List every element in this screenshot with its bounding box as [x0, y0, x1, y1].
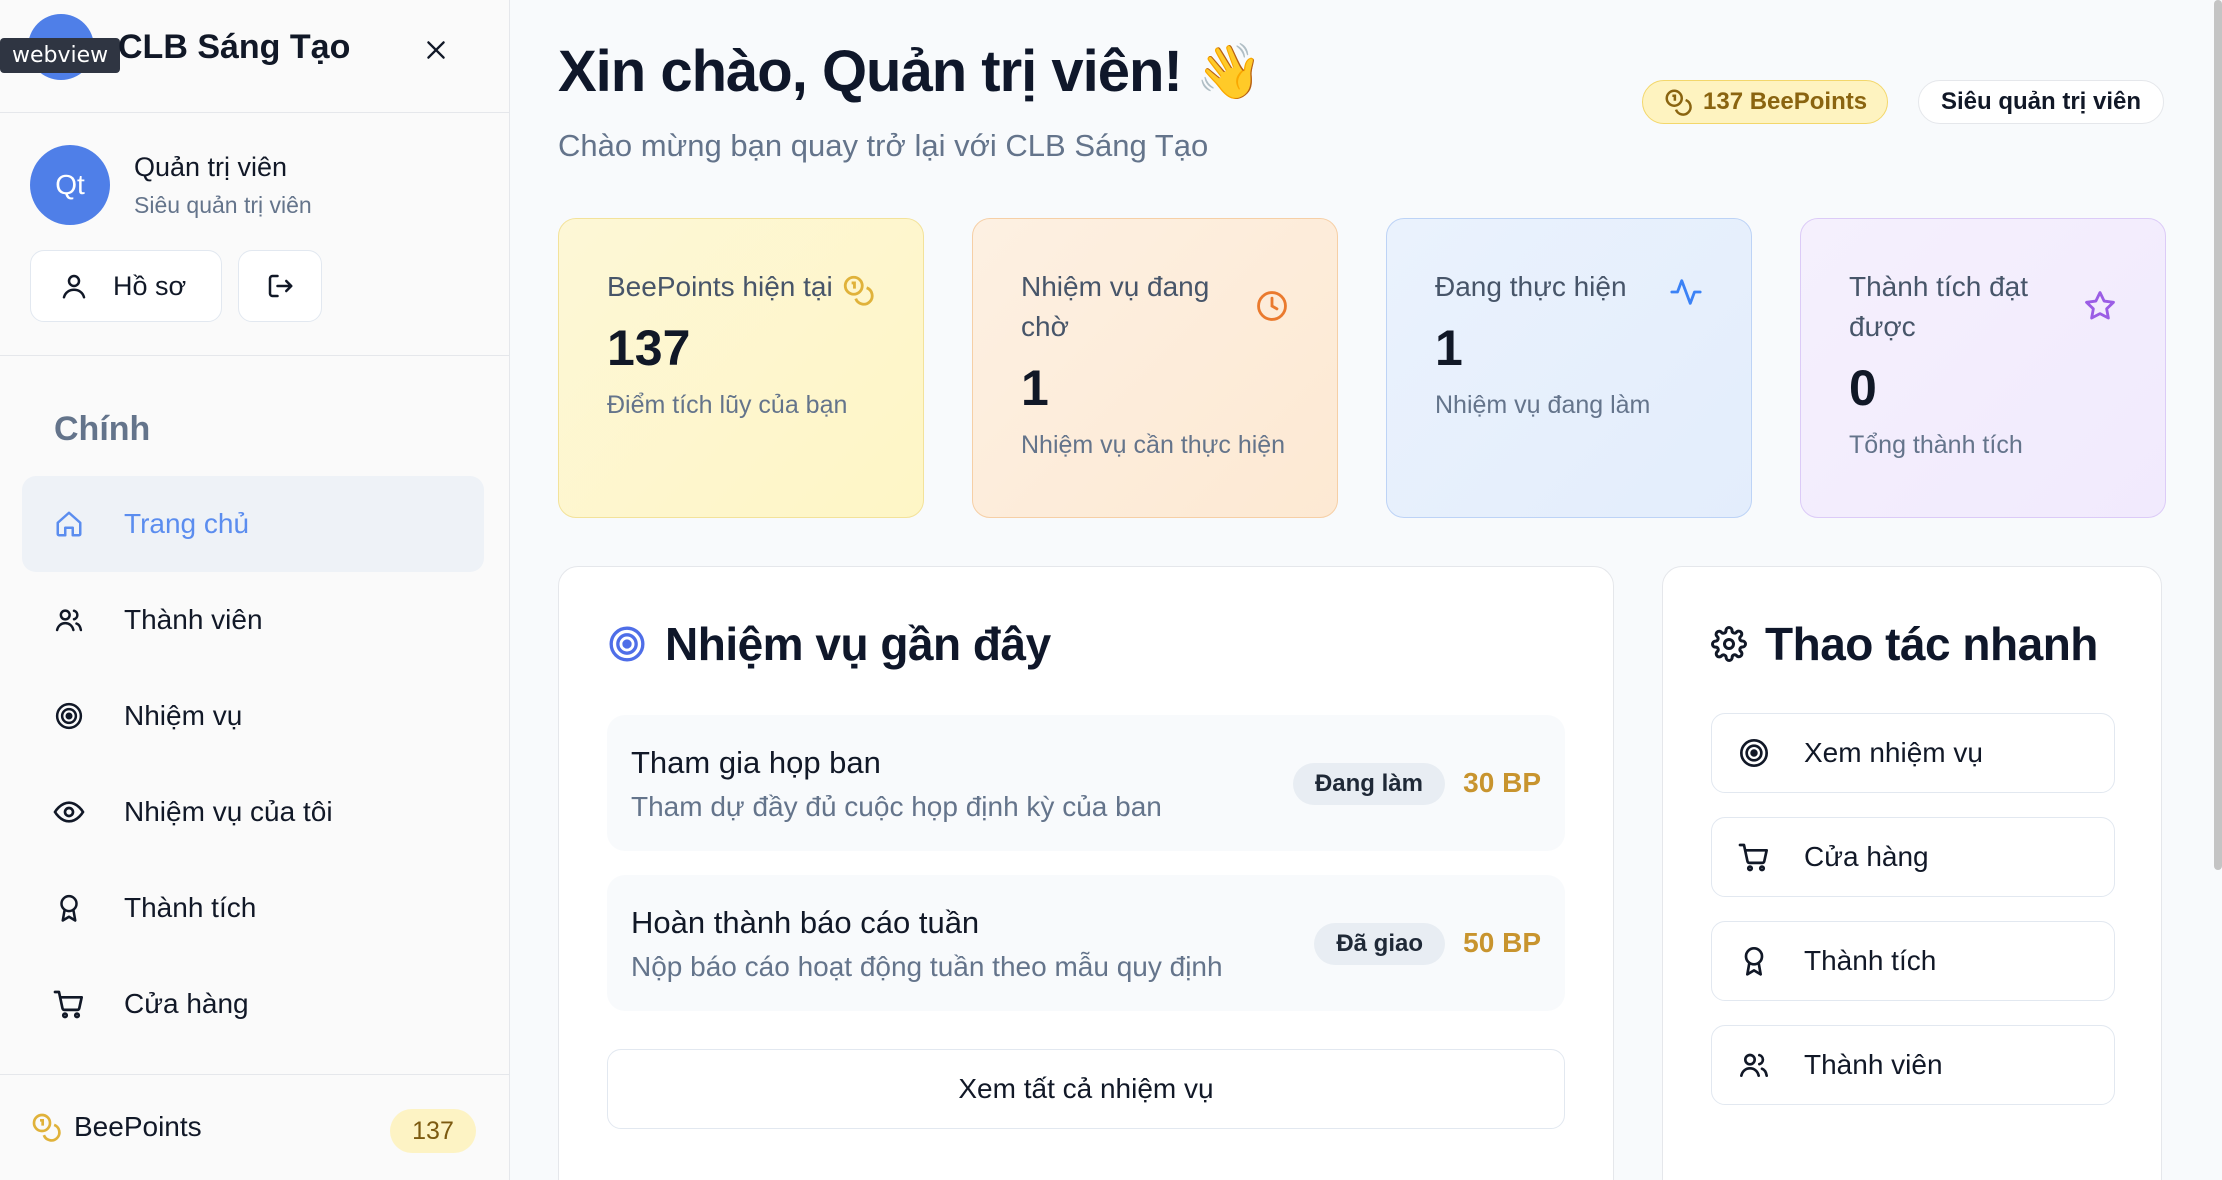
- logout-button[interactable]: [238, 250, 322, 322]
- task-item[interactable]: Hoàn thành báo cáo tuần Nộp báo cáo hoạt…: [607, 875, 1565, 1011]
- stat-desc: Điểm tích lũy của bạn: [607, 391, 848, 419]
- page-scrollbar[interactable]: [2214, 0, 2222, 870]
- task-title: Tham gia họp ban: [631, 745, 881, 780]
- clock-icon: [1257, 291, 1287, 321]
- main-content: Xin chào, Quản trị viên! 👋 Chào mừng bạn…: [510, 0, 2222, 1180]
- see-all-tasks-button[interactable]: Xem tất cả nhiệm vụ: [607, 1049, 1565, 1129]
- stat-value: 1: [1435, 320, 1463, 376]
- recent-tasks-title: Nhiệm vụ gần đây: [607, 617, 1051, 671]
- sidebar-item-achievements[interactable]: Thành tích: [22, 860, 484, 956]
- target-icon: [1740, 739, 1768, 767]
- stat-label: Nhiệm vụ đang chờ: [1021, 271, 1210, 342]
- stat-label: BeePoints hiện tại: [607, 271, 833, 302]
- sidebar-item-label: Nhiệm vụ: [124, 700, 243, 731]
- sidebar-item-label: Thành viên: [124, 604, 263, 635]
- close-sidebar-button[interactable]: [418, 32, 454, 68]
- coins-icon: [1665, 89, 1692, 116]
- profile-label: Hồ sơ: [113, 270, 187, 301]
- profile-button[interactable]: Hồ sơ: [30, 250, 222, 322]
- sidebar: webview CLB Sáng Tạo Qt Quản trị viên Si…: [0, 0, 510, 1180]
- sidebar-item-label: Trang chủ: [124, 508, 250, 539]
- stat-card-beepoints: BeePoints hiện tại 137 Điểm tích lũy của…: [558, 218, 924, 518]
- task-points: 30 BP: [1463, 767, 1541, 798]
- stat-desc: Tổng thành tích: [1849, 431, 2023, 459]
- users-icon: [52, 603, 86, 637]
- recent-tasks-panel: Nhiệm vụ gần đây Tham gia họp ban Tham d…: [558, 566, 1614, 1180]
- task-points: 50 BP: [1463, 927, 1541, 958]
- target-icon: [609, 626, 645, 662]
- sidebar-item-label: Thành tích: [124, 892, 257, 923]
- sidebar-item-my-tasks[interactable]: Nhiệm vụ của tôi: [22, 764, 484, 860]
- sidebar-item-label: Nhiệm vụ của tôi: [124, 796, 333, 827]
- sidebar-item-members[interactable]: Thành viên: [22, 572, 484, 668]
- quick-action-achievements[interactable]: Thành tích: [1711, 921, 2115, 1001]
- coins-icon: [843, 275, 874, 306]
- sidebar-item-tasks[interactable]: Nhiệm vụ: [22, 668, 484, 764]
- avatar: Qt: [30, 145, 110, 225]
- webview-tooltip: webview: [0, 38, 121, 73]
- stat-card-in-progress: Đang thực hiện 1 Nhiệm vụ đang làm: [1386, 218, 1752, 518]
- users-icon: [1740, 1053, 1768, 1077]
- task-desc: Nộp báo cáo hoạt động tuần theo mẫu quy …: [631, 951, 1223, 982]
- stat-card-achievements: Thành tích đạt được 0 Tổng thành tích: [1800, 218, 2166, 518]
- user-role: Siêu quản trị viên: [134, 192, 312, 218]
- stat-value: 137: [607, 320, 691, 376]
- coins-icon: [32, 1113, 61, 1142]
- eye-icon: [52, 795, 86, 829]
- sidebar-footer: BeePoints 137: [0, 1074, 510, 1180]
- task-title: Hoàn thành báo cáo tuần: [631, 905, 980, 940]
- sidebar-item-label: Cửa hàng: [124, 988, 249, 1019]
- task-status-badge: Đang làm: [1292, 763, 1445, 805]
- stat-label: Thành tích đạt được: [1849, 271, 2029, 342]
- task-desc: Tham dự đầy đủ cuộc họp định kỳ của ban: [631, 791, 1162, 822]
- sidebar-item-home[interactable]: Trang chủ: [22, 476, 484, 572]
- cart-icon: [1738, 843, 1768, 872]
- sidebar-item-shop[interactable]: Cửa hàng: [22, 956, 484, 1052]
- user-icon: [62, 274, 86, 299]
- task-status-badge: Đã giao: [1314, 923, 1445, 965]
- nav-section-title: Chính: [54, 410, 151, 448]
- sidebar-nav: Trang chủ Thành viên Nhiệm vụ Nhiệm vụ c…: [22, 476, 484, 1052]
- stat-card-pending-tasks: Nhiệm vụ đang chờ 1 Nhiệm vụ cần thực hi…: [972, 218, 1338, 518]
- page-subtitle: Chào mừng bạn quay trở lại với CLB Sáng …: [558, 128, 1209, 163]
- logout-icon: [268, 274, 293, 298]
- role-pill: Siêu quản trị viên: [1918, 80, 2165, 124]
- award-icon: [1744, 947, 1764, 976]
- quick-action-members[interactable]: Thành viên: [1711, 1025, 2115, 1105]
- star-icon: [2085, 291, 2115, 320]
- award-icon: [52, 891, 86, 925]
- beepoints-pill: 137 BeePoints: [1642, 80, 1889, 124]
- home-icon: [52, 507, 86, 541]
- gear-icon: [1711, 626, 1747, 662]
- cart-icon: [52, 987, 86, 1021]
- beepoints-label: BeePoints: [30, 1111, 202, 1143]
- quick-actions-panel: Thao tác nhanh Xem nhiệm vụ Cửa hàng Thà…: [1662, 566, 2162, 1180]
- page-title: Xin chào, Quản trị viên! 👋: [558, 39, 1263, 104]
- stat-label: Đang thực hiện: [1435, 271, 1627, 302]
- stat-desc: Nhiệm vụ cần thực hiện: [1021, 431, 1286, 459]
- stat-value: 1: [1021, 360, 1049, 416]
- quick-action-view-tasks[interactable]: Xem nhiệm vụ: [1711, 713, 2115, 793]
- activity-icon: [1670, 279, 1702, 305]
- app-name: CLB Sáng Tạo: [118, 28, 351, 66]
- quick-action-shop[interactable]: Cửa hàng: [1711, 817, 2115, 897]
- stat-desc: Nhiệm vụ đang làm: [1435, 391, 1651, 419]
- target-icon: [52, 699, 86, 733]
- quick-actions-title: Thao tác nhanh: [1711, 617, 2098, 671]
- wave-emoji: 👋: [1195, 39, 1263, 103]
- sidebar-header: webview CLB Sáng Tạo: [0, 0, 509, 113]
- user-name: Quản trị viên: [134, 152, 288, 182]
- beepoints-count-badge: 137: [390, 1109, 476, 1153]
- stat-value: 0: [1849, 360, 1877, 416]
- close-icon: [427, 41, 445, 59]
- task-item[interactable]: Tham gia họp ban Tham dự đầy đủ cuộc họp…: [607, 715, 1565, 851]
